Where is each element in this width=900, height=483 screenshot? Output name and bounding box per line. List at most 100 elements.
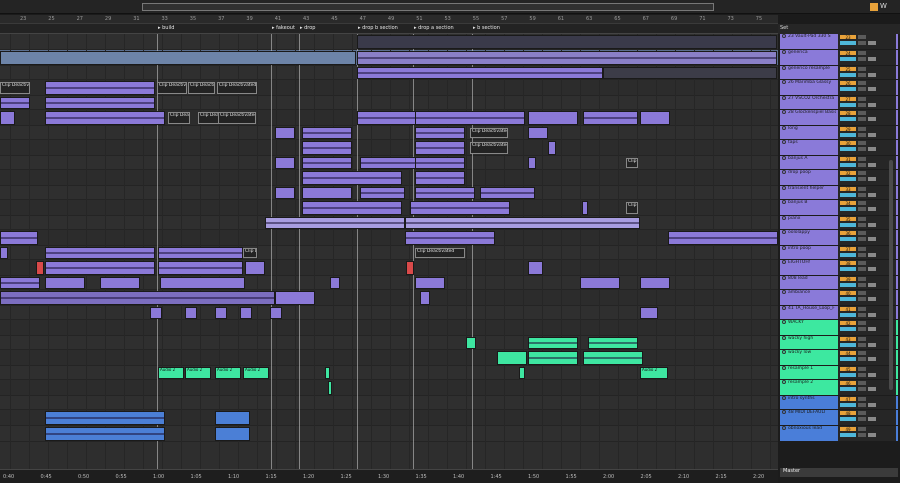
clip[interactable] xyxy=(583,111,638,125)
overview-window[interactable] xyxy=(142,3,714,11)
track-header[interactable]: taps 30 xyxy=(780,140,898,156)
clip[interactable] xyxy=(45,261,155,275)
clip[interactable] xyxy=(265,217,405,229)
track-fold-icon[interactable] xyxy=(782,350,786,354)
track-name[interactable]: taps xyxy=(780,140,836,155)
locator-lane[interactable]: ▸ build ▸ fakeout ▸ drop ▸ drop b section ▸ … xyxy=(0,24,778,34)
track-lane[interactable] xyxy=(0,306,778,320)
track-fold-icon[interactable] xyxy=(782,410,786,414)
clip[interactable] xyxy=(415,111,525,125)
clip[interactable] xyxy=(0,277,40,289)
track-fold-icon[interactable] xyxy=(782,276,786,280)
track-name[interactable]: obnoxious lead xyxy=(780,426,836,441)
track-number[interactable]: 42 xyxy=(840,321,856,326)
overview-bar[interactable]: W xyxy=(0,0,900,14)
track-header[interactable]: 41 TA_House_Loop_F 41 xyxy=(780,306,898,320)
solo-button[interactable] xyxy=(858,187,866,191)
locator-marker[interactable]: ▸ drop xyxy=(300,25,315,31)
clip[interactable] xyxy=(100,277,140,289)
mute-button[interactable] xyxy=(868,357,876,361)
track-fold-icon[interactable] xyxy=(782,50,786,54)
track-number[interactable]: 31 xyxy=(840,157,856,162)
solo-button[interactable] xyxy=(858,321,866,325)
track-header[interactable]: wacky high 43 xyxy=(780,336,898,350)
track-name[interactable]: wacky high xyxy=(780,336,836,349)
clip[interactable] xyxy=(328,381,332,395)
arm-button[interactable] xyxy=(858,223,866,227)
audio-clip[interactable]: Audio 2 xyxy=(215,367,241,379)
track-header[interactable]: pianx 35 xyxy=(780,216,898,230)
solo-button[interactable] xyxy=(858,171,866,175)
arm-button[interactable] xyxy=(858,177,866,181)
arm-button[interactable] xyxy=(858,87,866,91)
clip[interactable] xyxy=(405,217,640,229)
mute-button[interactable] xyxy=(868,163,876,167)
track-number[interactable]: 27 xyxy=(840,97,856,102)
arm-button[interactable] xyxy=(858,253,866,257)
track-name[interactable]: intro poop xyxy=(780,246,836,259)
track-volume[interactable] xyxy=(840,417,856,421)
mute-button[interactable] xyxy=(868,41,876,45)
clip[interactable] xyxy=(302,157,352,169)
deactivated-clip[interactable]: Clip Deactivated xyxy=(217,82,257,94)
audio-clip[interactable]: Audio 2 xyxy=(640,367,668,379)
solo-button[interactable] xyxy=(858,111,866,115)
clip[interactable] xyxy=(185,307,197,319)
clip[interactable] xyxy=(420,291,430,305)
mute-button[interactable] xyxy=(868,373,876,377)
clip[interactable] xyxy=(480,187,535,199)
mute-button[interactable] xyxy=(868,177,876,181)
clip[interactable] xyxy=(45,97,155,109)
clip[interactable] xyxy=(302,187,352,199)
track-name[interactable]: pianx xyxy=(780,216,836,229)
solo-button[interactable] xyxy=(858,411,866,415)
clip[interactable] xyxy=(548,141,556,155)
locator-marker[interactable]: ▸ drop b section xyxy=(358,25,398,31)
track-number[interactable]: 40 xyxy=(840,291,856,296)
audio-clip[interactable]: Audio 2 xyxy=(243,367,269,379)
track-number[interactable]: 37 xyxy=(840,247,856,252)
track-lane[interactable] xyxy=(0,380,778,396)
arm-button[interactable] xyxy=(858,57,866,61)
track-fold-icon[interactable] xyxy=(782,320,786,324)
clip[interactable] xyxy=(45,247,155,259)
track-volume[interactable] xyxy=(840,177,856,181)
track-number[interactable]: 26 xyxy=(840,81,856,86)
solo-button[interactable] xyxy=(858,35,866,39)
clip[interactable] xyxy=(158,261,243,275)
track-name[interactable]: 808 lead xyxy=(780,276,836,289)
mute-button[interactable] xyxy=(868,73,876,77)
track-header[interactable]: 27 VSCO2 Orchestra 27 xyxy=(780,96,898,110)
solo-button[interactable] xyxy=(858,141,866,145)
solo-button[interactable] xyxy=(858,427,866,431)
track-volume[interactable] xyxy=(840,387,856,391)
clip[interactable] xyxy=(519,367,525,379)
solo-button[interactable] xyxy=(858,127,866,131)
track-volume[interactable] xyxy=(840,207,856,211)
track-header[interactable]: obnoxious lead 49 xyxy=(780,426,898,442)
clip[interactable] xyxy=(357,51,777,65)
mute-button[interactable] xyxy=(868,193,876,197)
track-name[interactable]: banjus A xyxy=(780,156,836,169)
track-header[interactable]: 48 MIDI DEFAULT 48 xyxy=(780,410,898,426)
clip[interactable] xyxy=(415,187,475,199)
solo-button[interactable] xyxy=(858,81,866,85)
arm-button[interactable] xyxy=(858,103,866,107)
mute-button[interactable] xyxy=(868,147,876,151)
track-number[interactable]: 33 xyxy=(840,187,856,192)
track-number[interactable]: 45 xyxy=(840,367,856,372)
track-fold-icon[interactable] xyxy=(782,126,786,130)
track-name[interactable]: transient helper xyxy=(780,186,836,199)
track-name[interactable]: 27 VSCO2 Orchestra xyxy=(780,96,836,109)
deactivated-clip[interactable]: Clip Deactivated xyxy=(157,82,187,94)
arm-button[interactable] xyxy=(858,283,866,287)
mute-button[interactable] xyxy=(868,103,876,107)
track-header[interactable]: generica 24 xyxy=(780,50,898,66)
solo-button[interactable] xyxy=(858,291,866,295)
arm-button[interactable] xyxy=(858,41,866,45)
track-name[interactable]: 41 TA_House_Loop_F xyxy=(780,306,836,319)
mute-button[interactable] xyxy=(868,207,876,211)
track-header[interactable]: generico resample 25 xyxy=(780,66,898,80)
track-header[interactable]: transient helper 33 xyxy=(780,186,898,200)
track-volume[interactable] xyxy=(840,73,856,77)
